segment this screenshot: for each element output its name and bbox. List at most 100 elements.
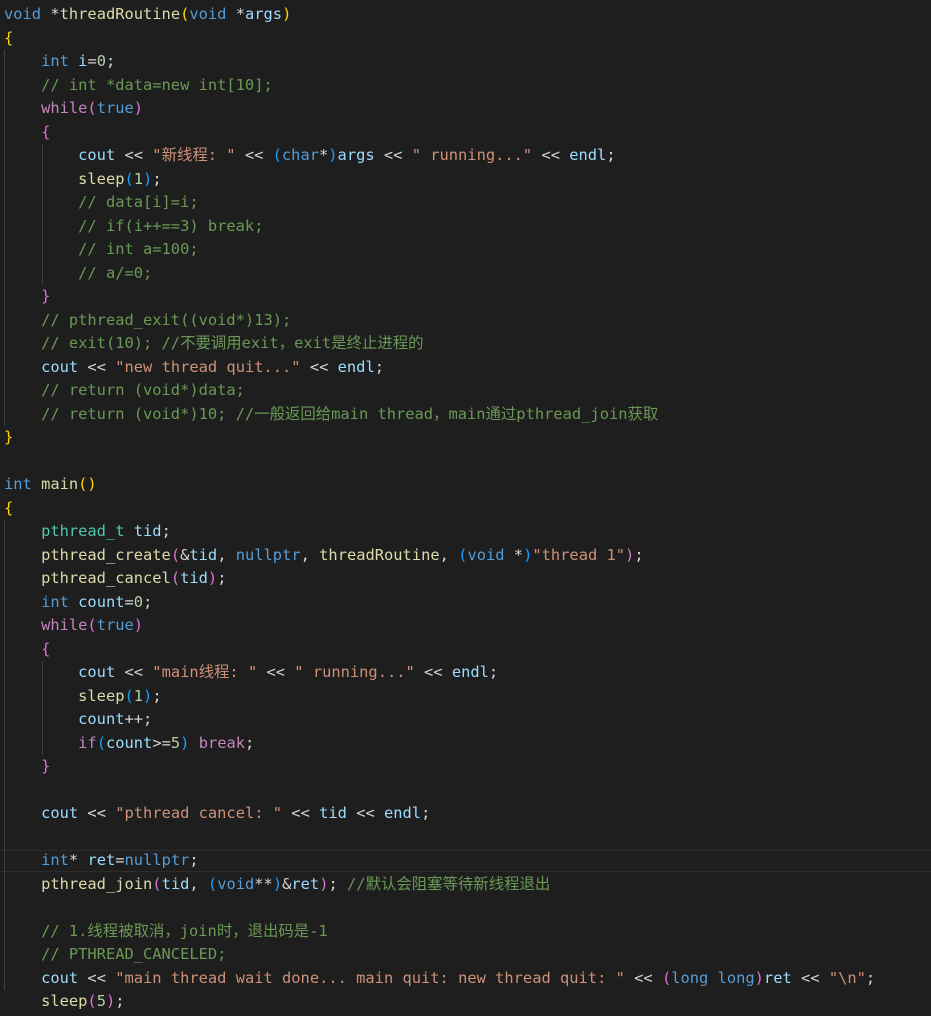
code-token: ; [161, 522, 171, 540]
code-line[interactable]: } [4, 426, 13, 449]
code-token: << [124, 663, 153, 681]
code-token: //默认会阻塞等待新线程退出 [347, 874, 551, 893]
code-token: "new thread quit..." [115, 357, 310, 376]
code-line[interactable]: pthread_t tid; [4, 520, 171, 543]
code-line[interactable]: cout << "新线程: " << (char*)args << " runn… [4, 144, 616, 167]
indent-guide [4, 50, 5, 426]
code-line[interactable]: count++; [4, 708, 152, 731]
code-token: count [105, 733, 153, 752]
code-token: ; [865, 968, 876, 987]
code-token: ret [87, 851, 116, 869]
code-token: * [318, 146, 329, 164]
code-line[interactable]: sleep(1); [4, 168, 161, 191]
code-token: "main线程: " [152, 663, 267, 681]
code-line[interactable]: cout << "pthread cancel: " << tid << end… [4, 802, 430, 825]
code-token: * [68, 851, 88, 869]
code-line[interactable]: { [4, 27, 13, 50]
code-token: ; [606, 146, 616, 164]
code-line[interactable]: { [4, 497, 13, 520]
code-token: ( [87, 99, 97, 117]
code-token: << [266, 663, 295, 681]
code-line[interactable]: int* ret=nullptr; [4, 849, 199, 872]
code-token: ; [374, 357, 384, 376]
code-token: ) [272, 874, 283, 893]
code-line[interactable]: // int a=100; [4, 238, 199, 261]
code-token: sleep [41, 992, 88, 1010]
code-token: ; [106, 52, 116, 70]
code-editor[interactable]: void *threadRoutine(void *args){ int i=0… [0, 0, 931, 1016]
code-token: () [78, 475, 97, 493]
code-line[interactable]: while(true) [4, 97, 143, 120]
code-line[interactable]: } [4, 285, 50, 308]
code-token: args [245, 5, 283, 23]
code-token: endl [384, 804, 422, 822]
code-token: << [356, 804, 384, 822]
code-line[interactable]: // exit(10); //不要调用exit，exit是终止进程的 [4, 332, 423, 355]
code-line[interactable]: pthread_join(tid, (void**)&ret); //默认会阻塞… [4, 873, 550, 896]
code-token: while [41, 99, 88, 117]
code-token: // return (void*)data; [41, 381, 245, 399]
code-line[interactable]: while(true) [4, 614, 143, 637]
code-line[interactable]: void *threadRoutine(void *args) [4, 3, 291, 26]
code-token: * [50, 5, 60, 23]
code-line[interactable]: { [4, 638, 50, 661]
code-token: << [291, 804, 320, 822]
code-token: // if(i++==3) break; [78, 216, 264, 235]
code-line[interactable]: int i=0; [4, 50, 115, 73]
code-token: { [41, 122, 51, 141]
code-token: ; [152, 686, 162, 705]
code-line[interactable]: sleep(5); [4, 990, 124, 1013]
code-token: void [467, 545, 514, 564]
code-token: int [4, 475, 42, 493]
code-token: ( [124, 169, 134, 188]
code-token: // a/=0; [78, 263, 153, 282]
code-token: int [41, 851, 69, 869]
code-token: int [41, 592, 79, 611]
code-line[interactable]: // PTHREAD_CANCELED; [4, 943, 226, 966]
code-token: 5 [170, 733, 181, 752]
code-token: tid [180, 569, 208, 587]
code-token: 1 [133, 686, 144, 705]
indent-guide [42, 661, 43, 755]
code-token: , [300, 545, 320, 564]
code-token: ) [143, 169, 153, 188]
code-token: ) [282, 5, 292, 23]
code-line[interactable]: // int *data=new int[10]; [4, 74, 273, 97]
code-line[interactable]: // 1.线程被取消，join时，退出码是-1 [4, 920, 328, 943]
code-line[interactable]: // return (void*)data; [4, 379, 245, 402]
code-token: ) [143, 686, 153, 705]
indent-guide [42, 144, 43, 285]
code-line[interactable]: // data[i]=i; [4, 191, 198, 214]
code-line[interactable]: cout << "main线程: " << " running..." << e… [4, 661, 498, 684]
code-line[interactable]: int main() [4, 473, 97, 496]
code-token: "thread 1" [532, 545, 626, 564]
code-line[interactable]: // a/=0; [4, 262, 152, 285]
code-line[interactable]: } [4, 755, 50, 778]
code-line[interactable]: int count=0; [4, 591, 152, 614]
code-line[interactable]: pthread_cancel(tid); [4, 567, 226, 590]
code-token: true [96, 616, 134, 634]
code-token: " running..." [411, 146, 542, 164]
code-token: ( [180, 5, 190, 23]
code-line[interactable]: cout << "new thread quit..." << endl; [4, 356, 384, 379]
code-token: ; [143, 592, 153, 611]
code-token: 1 [133, 169, 144, 188]
code-token: ) [207, 569, 218, 587]
code-line[interactable]: { [4, 121, 50, 144]
code-token: main [41, 475, 79, 493]
code-line[interactable]: cout << "main thread wait done... main q… [4, 967, 875, 990]
code-line[interactable]: // pthread_exit((void*)13); [4, 309, 291, 332]
code-line[interactable]: // return (void*)10; //一般返回给main thread，… [4, 403, 658, 426]
code-token: // int a=100; [78, 240, 199, 258]
code-line[interactable]: pthread_create(&tid, nullptr, threadRout… [4, 544, 644, 567]
code-token: int [41, 52, 79, 70]
code-line[interactable]: sleep(1); [4, 685, 162, 708]
code-token: << [424, 663, 452, 681]
code-token: cout [41, 968, 88, 987]
